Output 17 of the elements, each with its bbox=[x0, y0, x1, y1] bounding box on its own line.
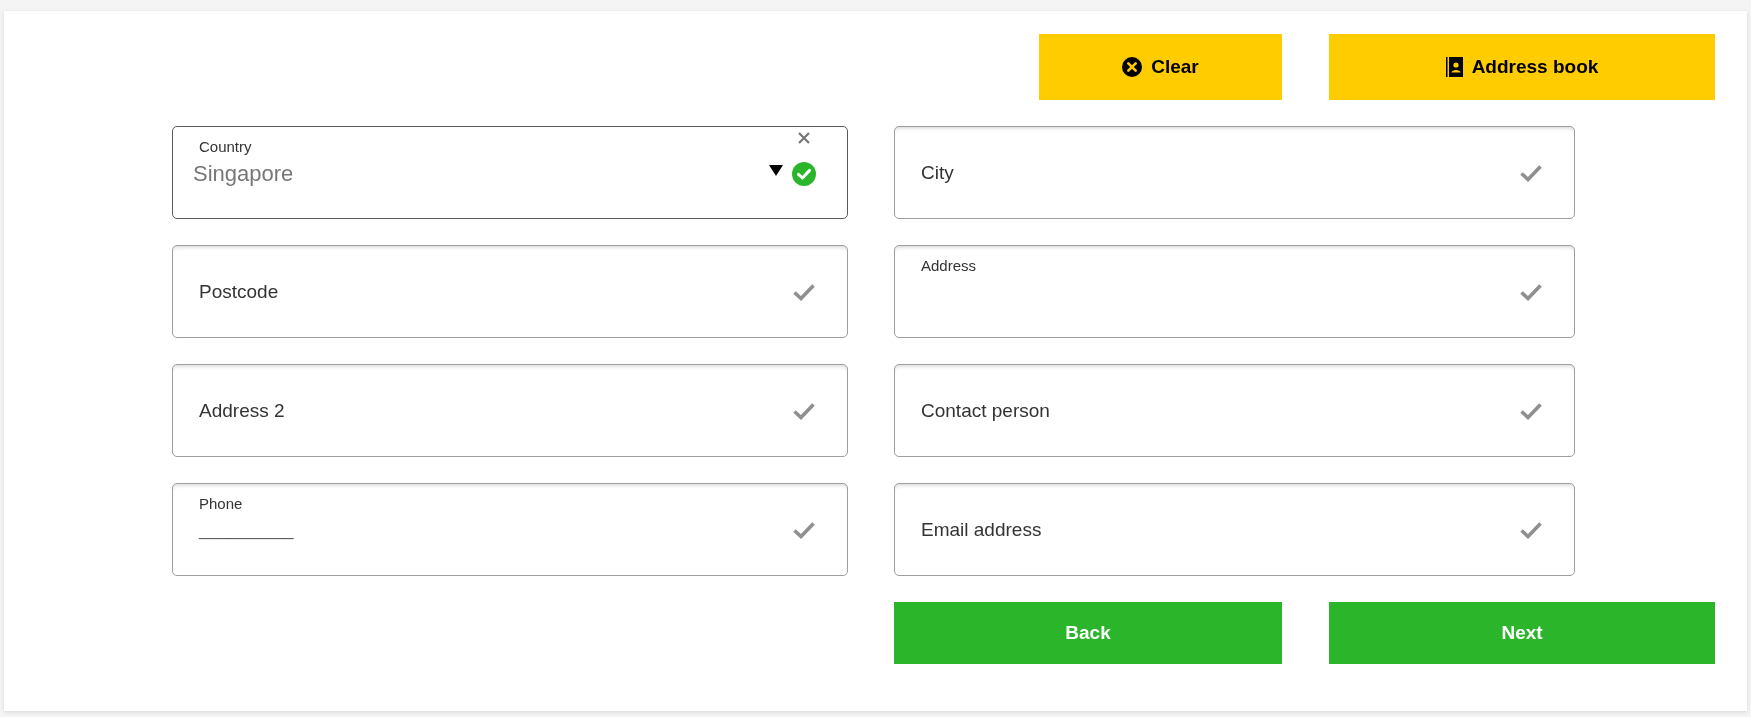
input-field[interactable]: Postcode bbox=[172, 245, 848, 338]
close-circle-icon bbox=[1122, 57, 1143, 77]
input-field[interactable]: Address bbox=[894, 245, 1575, 338]
field-label: Country bbox=[199, 138, 252, 156]
field-label: Address bbox=[921, 257, 977, 275]
clear-button[interactable]: Clear bbox=[1039, 34, 1282, 100]
masked-input-field[interactable]: Phone __________ bbox=[172, 483, 848, 576]
caret-down-icon bbox=[769, 165, 783, 176]
address-book-button[interactable]: Address book bbox=[1329, 34, 1715, 100]
input-field[interactable]: Email address bbox=[894, 483, 1575, 576]
field-label: Phone bbox=[199, 495, 243, 513]
contact-book-icon bbox=[1445, 57, 1463, 77]
input-field[interactable]: Address 2 bbox=[172, 364, 848, 457]
input-field[interactable]: Contact person bbox=[894, 364, 1575, 457]
input-field[interactable]: City bbox=[894, 126, 1575, 219]
dropdown-field[interactable]: Country Singapore bbox=[172, 126, 848, 219]
close-icon[interactable] bbox=[798, 132, 810, 144]
